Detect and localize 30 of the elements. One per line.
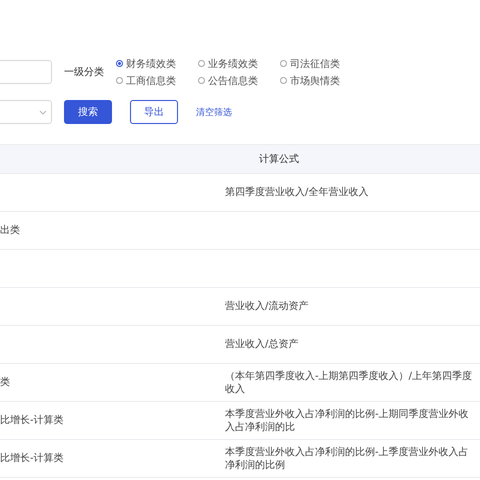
table-cell-text: 营业收入/流动资产 (225, 300, 310, 313)
chevron-icon (39, 110, 47, 114)
table-cell-text: 本季度营业外收入占净利润的比例-上期同季度营业外收入占净利润的比 (225, 408, 470, 434)
table-cell-text: 比增长-计算类 (0, 452, 65, 465)
input-field[interactable] (0, 60, 52, 84)
select-field[interactable] (0, 100, 52, 124)
table-cell-text: 类 (0, 376, 11, 389)
category-label: 一级分类 (64, 66, 104, 79)
radio-icon[interactable] (280, 77, 287, 84)
category-radio[interactable]: 司法征信类 (280, 56, 362, 70)
radio-icon[interactable] (116, 77, 123, 84)
category-radio[interactable]: 业务绩效类 (198, 56, 280, 70)
radio-icon[interactable] (280, 60, 287, 67)
table-cell-text: 出类 (0, 224, 21, 237)
radio-icon[interactable] (198, 77, 205, 84)
search-button[interactable]: 搜索 (64, 100, 112, 124)
radio-icon[interactable] (198, 60, 205, 67)
category-radio[interactable]: 市场舆情类 (280, 74, 362, 88)
table-cell-text: 本季度营业外收入占净利润的比例-上季度营业外收入占净利润的比例 (225, 446, 470, 472)
table-cell-text: 比增长-计算类 (0, 414, 65, 427)
category-radio[interactable]: 工商信息类 (116, 74, 198, 88)
table-cell-text: 营业收入/总资产 (225, 338, 300, 351)
clear-filters-link[interactable]: 清空筛选 (196, 100, 232, 124)
category-radio[interactable]: 公告信息类 (198, 74, 280, 88)
export-button[interactable]: 导出 (130, 100, 178, 124)
table-cell-text: （本年第四季度收入-上期第四季度收入）/上年第四季度收入 (225, 370, 473, 396)
table-cell-text: 第四季度营业收入/全年营业收入 (225, 186, 370, 199)
radio-icon[interactable] (116, 60, 123, 67)
column-header: 计算公式 (258, 152, 300, 166)
category-radio[interactable]: 财务绩效类 (116, 56, 198, 70)
